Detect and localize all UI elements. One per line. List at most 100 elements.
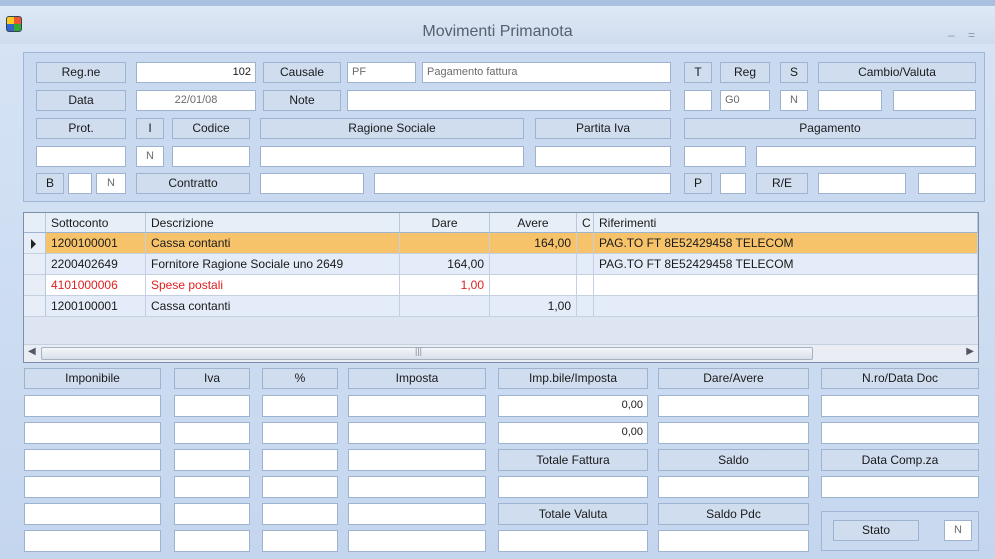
prot-field[interactable] [36,146,126,167]
contratto-desc-field[interactable] [374,173,671,194]
scroll-right-icon[interactable]: ▶ [966,346,974,357]
row-indicator[interactable] [24,296,46,317]
movements-grid[interactable]: Sottoconto Descrizione Dare Avere C Rife… [23,212,979,363]
nro-data-doc-field-1[interactable] [821,395,979,417]
col-dare[interactable]: Dare [400,213,490,233]
cell-avere[interactable] [490,275,577,296]
cell-c[interactable] [577,233,594,254]
cell-dare[interactable]: 164,00 [400,254,490,275]
re-field-1[interactable] [818,173,906,194]
cell-avere[interactable] [490,254,577,275]
reg-field[interactable]: G0 [720,90,770,111]
iva-field-3[interactable] [174,449,250,471]
cambio-field[interactable] [818,90,882,111]
nro-data-doc-field-2[interactable] [821,422,979,444]
partita-iva-field[interactable] [535,146,671,167]
imp-bile-field-2[interactable]: 0,00 [498,422,648,444]
cell-sottoconto[interactable]: 4101000006 [46,275,146,296]
causale-code-field[interactable]: PF [347,62,416,83]
cell-sottoconto[interactable]: 1200100001 [46,296,146,317]
t-field[interactable] [684,90,712,111]
pagamento-desc-field[interactable] [756,146,976,167]
i-field[interactable]: N [136,146,164,167]
note-field[interactable] [347,90,671,111]
iva-field-1[interactable] [174,395,250,417]
imponibile-field-5[interactable] [24,503,161,525]
stato-field[interactable]: N [944,520,972,541]
percent-field-2[interactable] [262,422,338,444]
percent-field-4[interactable] [262,476,338,498]
cell-riferimenti[interactable]: PAG.TO FT 8E52429458 TELECOM [594,254,978,275]
cell-descrizione[interactable]: Spese postali [146,275,400,296]
saldo-field[interactable] [658,476,809,498]
ragione-sociale-field[interactable] [260,146,524,167]
imponibile-field-6[interactable] [24,530,161,552]
cell-riferimenti[interactable]: PAG.TO FT 8E52429458 TELECOM [594,233,978,254]
totale-valuta-field[interactable] [498,530,648,552]
imponibile-field-2[interactable] [24,422,161,444]
cell-dare[interactable]: 1,00 [400,275,490,296]
cell-dare[interactable] [400,296,490,317]
col-descrizione[interactable]: Descrizione [146,213,400,233]
imposta-field-3[interactable] [348,449,486,471]
s-field[interactable]: N [780,90,808,111]
cell-riferimenti[interactable] [594,275,978,296]
imponibile-field-4[interactable] [24,476,161,498]
percent-field-6[interactable] [262,530,338,552]
imponibile-field-1[interactable] [24,395,161,417]
regne-field[interactable]: 102 [136,62,256,83]
restore-icon[interactable]: = [968,28,975,42]
imposta-field-5[interactable] [348,503,486,525]
cell-avere[interactable]: 1,00 [490,296,577,317]
row-indicator[interactable] [24,233,46,254]
iva-field-2[interactable] [174,422,250,444]
imposta-field-2[interactable] [348,422,486,444]
data-comp-field[interactable] [821,476,979,498]
totale-fattura-field[interactable] [498,476,648,498]
cell-descrizione[interactable]: Fornitore Ragione Sociale uno 2649 [146,254,400,275]
scroll-left-icon[interactable]: ◀ [28,346,36,357]
col-c[interactable]: C [577,213,594,233]
cell-dare[interactable] [400,233,490,254]
contratto-code-field[interactable] [260,173,364,194]
cell-c[interactable] [577,254,594,275]
p-field[interactable] [720,173,746,194]
codice-field[interactable] [172,146,250,167]
cell-descrizione[interactable]: Cassa contanti [146,296,400,317]
dare-avere-field-1[interactable] [658,395,809,417]
cell-c[interactable] [577,296,594,317]
imposta-field-1[interactable] [348,395,486,417]
cell-avere[interactable]: 164,00 [490,233,577,254]
cell-riferimenti[interactable] [594,296,978,317]
dare-avere-field-2[interactable] [658,422,809,444]
horizontal-scrollbar[interactable]: ◀ ||| ▶ [24,344,978,362]
imposta-field-6[interactable] [348,530,486,552]
imposta-field-4[interactable] [348,476,486,498]
row-indicator[interactable] [24,254,46,275]
minimize-icon[interactable]: – [948,28,955,42]
percent-field-3[interactable] [262,449,338,471]
iva-field-4[interactable] [174,476,250,498]
b-n-field[interactable]: N [96,173,126,194]
col-riferimenti[interactable]: Riferimenti [594,213,978,233]
percent-field-5[interactable] [262,503,338,525]
saldo-pdc-field[interactable] [658,530,809,552]
pagamento-code-field[interactable] [684,146,746,167]
cell-sottoconto[interactable]: 2200402649 [46,254,146,275]
iva-field-6[interactable] [174,530,250,552]
valuta-field[interactable] [893,90,976,111]
imponibile-field-3[interactable] [24,449,161,471]
data-field[interactable]: 22/01/08 [136,90,256,111]
col-avere[interactable]: Avere [490,213,577,233]
causale-desc-field[interactable]: Pagamento fattura [422,62,671,83]
re-field-2[interactable] [918,173,976,194]
cell-c[interactable] [577,275,594,296]
b-field[interactable] [68,173,92,194]
cell-descrizione[interactable]: Cassa contanti [146,233,400,254]
col-sottoconto[interactable]: Sottoconto [46,213,146,233]
imp-bile-field-1[interactable]: 0,00 [498,395,648,417]
cell-sottoconto[interactable]: 1200100001 [46,233,146,254]
iva-field-5[interactable] [174,503,250,525]
row-indicator[interactable] [24,275,46,296]
scroll-thumb[interactable]: ||| [41,346,813,360]
